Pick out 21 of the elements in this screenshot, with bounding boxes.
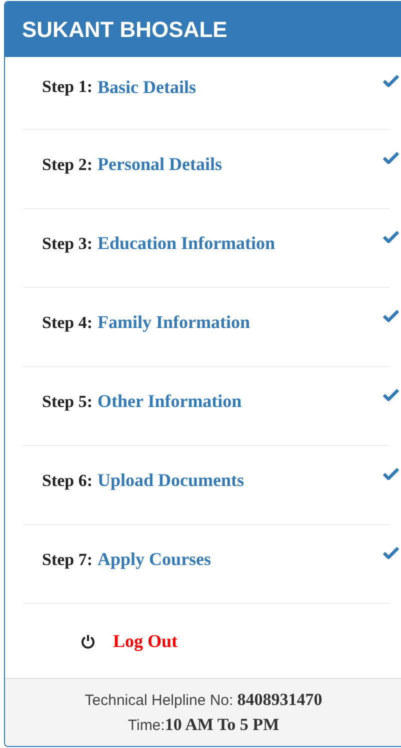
step-number: Step 2:: [42, 154, 93, 174]
step-link[interactable]: Family Information: [98, 312, 250, 333]
step-number: Step 1:: [42, 77, 93, 97]
time-label: Time:: [128, 717, 165, 734]
step-link[interactable]: Upload Documents: [98, 470, 244, 491]
time-value: 10 AM To 5 PM: [164, 715, 280, 735]
step-number: Step 5:: [42, 392, 93, 412]
logout-link[interactable]: Log Out: [113, 630, 178, 652]
step-number: Step 4:: [42, 312, 93, 332]
step-link[interactable]: Personal Details: [98, 154, 222, 175]
helpline-label: Technical Helpline No:: [84, 692, 234, 709]
power-icon: [81, 634, 95, 648]
helpline-number: 8408931470: [237, 690, 322, 710]
step-number: Step 7:: [42, 550, 93, 570]
step-number: Step 6:: [42, 470, 93, 490]
step-number: Step 3:: [42, 234, 93, 254]
user-name: SUKANT BHOSALE: [22, 16, 228, 42]
step-link[interactable]: Education Information: [98, 233, 276, 254]
step-link[interactable]: Basic Details: [98, 76, 196, 98]
step-link[interactable]: Other Information: [98, 391, 242, 412]
step-link[interactable]: Apply Courses: [98, 549, 212, 570]
